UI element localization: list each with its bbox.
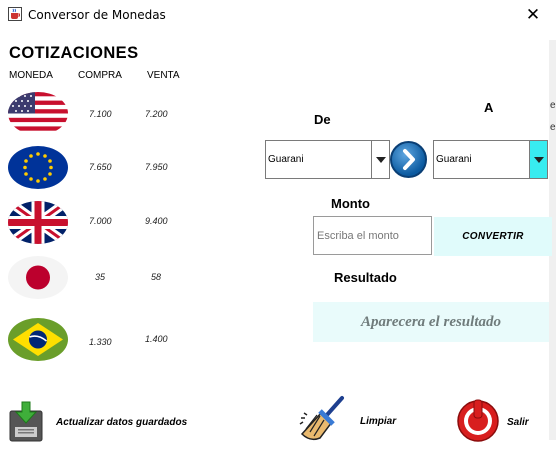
exit-label: Salir — [507, 417, 529, 428]
download-save-icon — [9, 401, 43, 442]
japan-venta: 58 — [151, 272, 162, 282]
japan-flag-icon — [8, 256, 68, 299]
header-compra: COMPRA — [78, 70, 122, 81]
swap-currency-button[interactable] — [390, 141, 427, 178]
clear-label: Limpiar — [360, 416, 397, 427]
from-currency-value: Guarani — [268, 154, 304, 165]
java-coffee-icon — [8, 7, 22, 21]
close-icon: ✕ — [525, 5, 541, 25]
edge-artifact: e — [550, 100, 556, 111]
eu-flag-icon — [8, 146, 68, 189]
update-data-label: Actualizar datos guardados — [56, 417, 188, 428]
eu-venta: 7.950 — [145, 162, 168, 172]
exit-button[interactable]: Salir — [456, 397, 536, 445]
brazil-venta: 1.400 — [145, 334, 168, 344]
a-label: A — [484, 100, 494, 115]
update-data-button[interactable]: Actualizar datos guardados — [7, 401, 207, 443]
from-currency-select[interactable]: Guarani — [265, 140, 390, 179]
eu-compra: 7.650 — [89, 162, 112, 172]
to-currency-select[interactable]: Guarani — [433, 140, 548, 179]
cotizaciones-title: COTIZACIONES — [9, 44, 139, 62]
convert-button[interactable]: CONVERTIR — [434, 217, 552, 256]
header-venta: VENTA — [147, 70, 180, 81]
brazil-compra: 1.330 — [89, 337, 112, 347]
header-moneda: MONEDA — [9, 70, 53, 81]
window-title: Conversor de Monedas — [28, 8, 166, 22]
resultado-label: Resultado — [334, 270, 397, 285]
uk-flag-icon — [8, 201, 68, 244]
title-bar: Conversor de Monedas ✕ — [0, 0, 556, 30]
result-display: Aparecera el resultado — [313, 302, 549, 342]
broom-icon — [299, 396, 344, 441]
de-label: De — [314, 112, 331, 127]
brazil-flag-icon — [8, 318, 68, 361]
uk-venta: 9.400 — [145, 216, 168, 226]
chevron-down-icon[interactable] — [371, 141, 389, 178]
usa-venta: 7.200 — [145, 109, 168, 119]
close-button[interactable]: ✕ — [510, 0, 556, 30]
chevron-right-circle-icon — [403, 149, 415, 170]
chevron-down-icon[interactable] — [529, 141, 547, 178]
clear-button[interactable]: Limpiar — [298, 394, 408, 444]
power-icon — [457, 399, 499, 442]
to-currency-value: Guarani — [436, 154, 472, 165]
monto-label: Monto — [331, 196, 370, 211]
usa-compra: 7.100 — [89, 109, 112, 119]
uk-compra: 7.000 — [89, 216, 112, 226]
amount-input[interactable] — [313, 216, 432, 255]
edge-artifact: e — [550, 122, 556, 133]
usa-flag-icon — [8, 92, 68, 135]
japan-compra: 35 — [95, 272, 106, 282]
